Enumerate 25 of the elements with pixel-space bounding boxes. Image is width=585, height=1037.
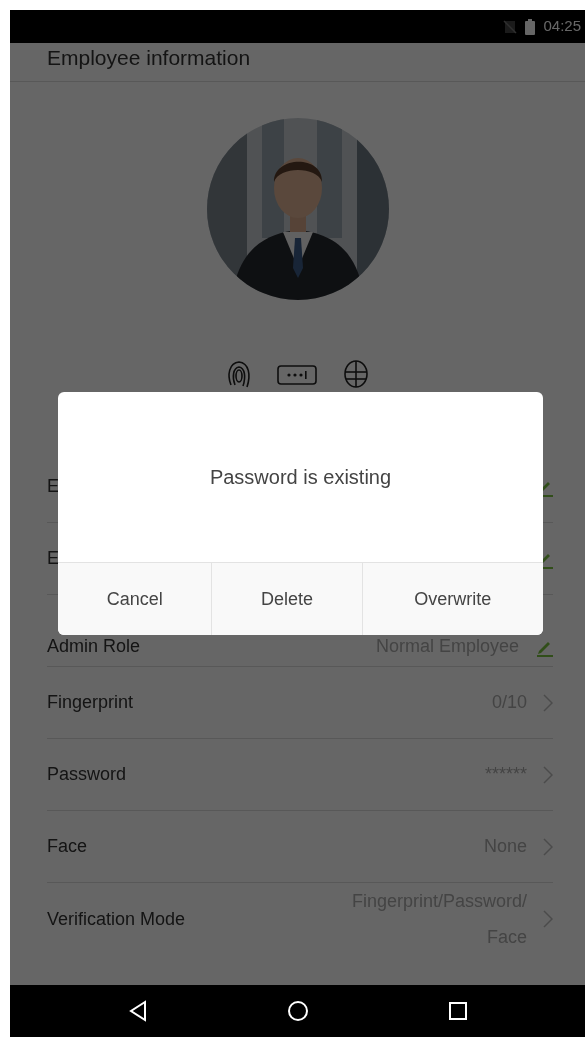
chevron-icon <box>543 765 553 784</box>
chevron-icon <box>543 910 553 928</box>
no-sim-icon <box>503 19 518 34</box>
row-value: ****** <box>484 763 527 786</box>
row-label: E <box>47 475 59 498</box>
row-label: Admin Role <box>47 635 141 658</box>
row-label: Face <box>47 835 88 858</box>
page-title: Employee information <box>10 43 585 82</box>
password-icon <box>276 363 317 387</box>
row-label: Verification Mode <box>47 907 186 931</box>
dialog-button[interactable]: Cancel <box>58 563 212 635</box>
battery-icon <box>525 18 536 35</box>
chevron-icon <box>543 693 553 712</box>
home-icon[interactable] <box>286 1000 309 1022</box>
back-icon[interactable] <box>127 1000 148 1022</box>
dialog-button[interactable]: Delete <box>211 563 362 635</box>
chevron-icon <box>543 837 553 856</box>
status-time: 04:25 <box>543 16 581 37</box>
row-label: Fingerprint <box>47 691 134 714</box>
recents-icon[interactable] <box>447 1001 468 1021</box>
list-row[interactable]: Password ****** <box>47 739 553 811</box>
dialog-message: Password is existing <box>209 465 392 490</box>
row-label: Password <box>47 763 127 786</box>
dialog-button[interactable]: Overwrite <box>361 563 543 635</box>
row-label: E <box>47 547 59 570</box>
